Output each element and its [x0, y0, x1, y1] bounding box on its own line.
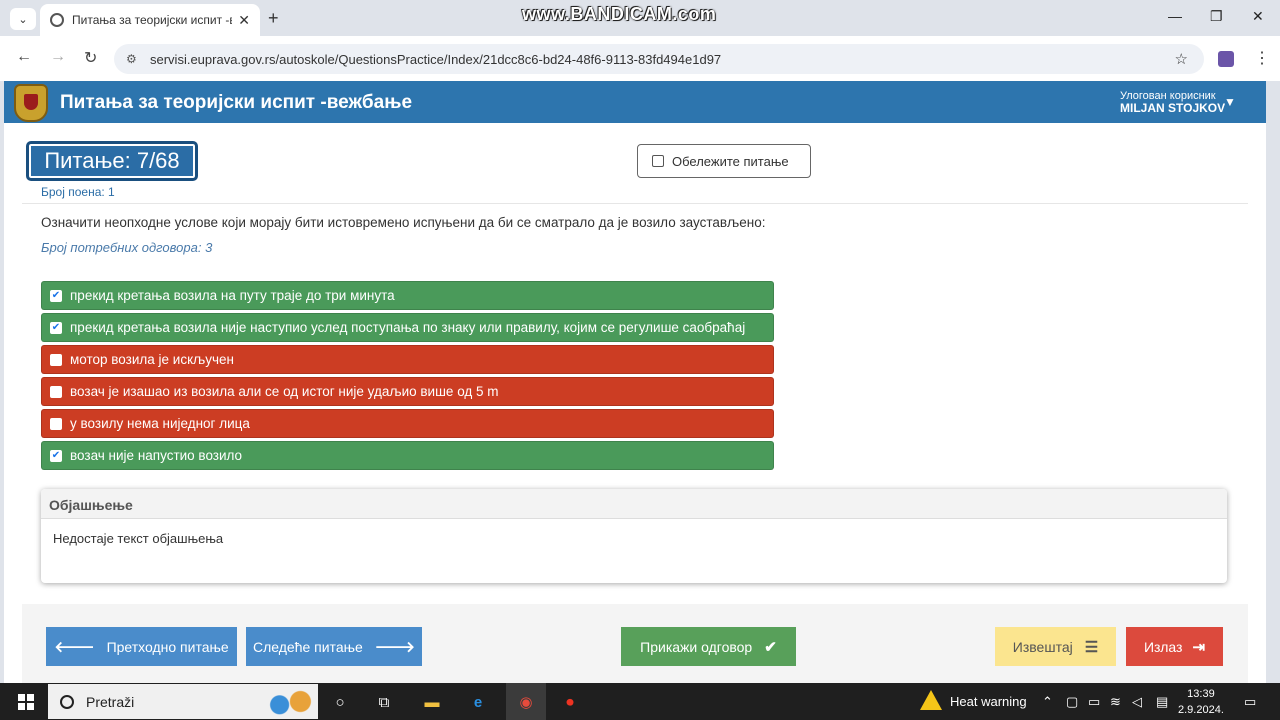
browser-tab[interactable]: Питања за теоријски испит -ве ✕ [40, 4, 260, 36]
exit-label: Излаз [1143, 638, 1183, 655]
user-name[interactable]: MILJAN STOJKOV [1120, 101, 1225, 115]
sign-out-icon: ⇥ [1192, 638, 1206, 656]
question-text: Означити неопходне услове који морају би… [41, 215, 766, 230]
web-page: Питања за теоријски испит -вежбање Улого… [4, 81, 1266, 683]
warning-icon[interactable] [920, 690, 942, 710]
weather-label[interactable]: Heat warning [950, 694, 1027, 709]
windows-taskbar: Pretraži ○ ⧉ ▬ e ◉ ⏺ Heat warning ⌃ ▢ ▭ … [0, 683, 1280, 720]
arrow-left-icon: 🡐 [54, 639, 95, 656]
show-answer-button[interactable]: Прикажи одговор ✔ [621, 627, 796, 666]
window-close-icon[interactable]: ✕ [1252, 8, 1264, 25]
menu-kebab-icon[interactable]: ⋮ [1254, 48, 1270, 68]
answer-option[interactable]: ✔ прекид кретања возила на путу траје до … [41, 281, 774, 310]
answer-checkbox[interactable]: ✔ [50, 321, 62, 334]
report-label: Извештај [1012, 638, 1073, 655]
bookmark-star-icon[interactable]: ☆ [1175, 50, 1188, 68]
checkmark-icon: ✔ [764, 638, 777, 656]
answer-checkbox[interactable]: ✔ [50, 289, 62, 302]
next-question-button[interactable]: Следеће питање 🡒 [246, 627, 422, 666]
chevron-down-icon: ⌄ [18, 13, 28, 26]
answer-option[interactable]: у возилу нема ниједног лица [41, 409, 774, 438]
volume-icon[interactable]: ◁ [1132, 694, 1142, 710]
answer-text: у возилу нема ниједног лица [70, 416, 250, 431]
tab-title: Питања за теоријски испит -ве [72, 13, 233, 27]
divider [22, 203, 1248, 204]
bandicam-record-icon[interactable]: ⏺ [560, 692, 580, 712]
extension-icon[interactable] [1218, 51, 1234, 67]
answer-option[interactable]: ✔ прекид кретања возила није наступио усл… [41, 313, 774, 342]
coat-of-arms-logo [14, 84, 48, 122]
answer-option[interactable]: ✔ возач није напустио возило [41, 441, 774, 470]
question-counter: Питање: 7/68 [26, 141, 198, 181]
forward-arrow-icon[interactable]: → [50, 48, 66, 66]
globe-icon [50, 13, 64, 27]
address-bar[interactable]: ⚙ servisi.euprava.gov.rs/autoskole/Quest… [114, 44, 1204, 74]
site-settings-icon[interactable]: ⚙ [126, 52, 142, 66]
answer-checkbox[interactable] [50, 385, 62, 398]
wifi-icon[interactable]: ≋ [1110, 694, 1121, 710]
answer-option[interactable]: возач је изашао из возила али се од исто… [41, 377, 774, 406]
edge-icon[interactable]: e [468, 692, 488, 712]
answer-text: прекид кретања возила на путу траје до т… [70, 288, 395, 303]
mark-question-label: Обележите питање [672, 153, 789, 169]
task-view-icon[interactable]: ⧉ [374, 692, 394, 712]
answer-text: мотор возила је искључен [70, 352, 234, 367]
next-question-label: Следеће питање [252, 638, 363, 655]
answer-checkbox[interactable] [50, 353, 62, 366]
browser-tab-strip: ⌄ Питања за теоријски испит -ве ✕ + www.… [0, 0, 1280, 36]
close-tab-icon[interactable]: ✕ [238, 12, 250, 29]
list-icon: ☰ [1084, 638, 1099, 656]
app-header: Питања за теоријски испит -вежбање Улого… [4, 81, 1266, 123]
show-answer-label: Прикажи одговор [640, 638, 753, 655]
taskbar-clock[interactable]: 13:39 2.9.2024. [1178, 686, 1224, 718]
chevron-up-icon[interactable]: ⌃ [1042, 694, 1053, 710]
search-highlight-image [264, 685, 316, 718]
url-text: servisi.euprava.gov.rs/autoskole/Questio… [150, 51, 722, 67]
answer-option[interactable]: мотор возила је искључен [41, 345, 774, 374]
question-panel: Питање: 7/68 Број поена: 1 Обележите пит… [22, 123, 1248, 643]
battery-icon[interactable]: ▭ [1088, 694, 1100, 710]
explanation-title: Објашњење [41, 489, 1227, 519]
answer-checkbox[interactable]: ✔ [50, 449, 62, 462]
tab-search-button[interactable]: ⌄ [10, 8, 36, 30]
clock-time: 13:39 [1187, 688, 1215, 700]
arrow-right-icon: 🡒 [374, 639, 415, 656]
previous-question-button[interactable]: 🡐 Претходно питање [46, 627, 237, 666]
answer-text: возач је изашао из возила али се од исто… [70, 384, 499, 399]
restore-icon[interactable]: ❐ [1210, 8, 1223, 25]
answer-checkbox[interactable] [50, 417, 62, 430]
answer-list: ✔ прекид кретања возила на путу траје до … [41, 281, 774, 473]
back-arrow-icon[interactable]: ← [16, 48, 32, 66]
answer-text: прекид кретања возила није наступио усле… [70, 320, 746, 335]
answer-text: возач није напустио возило [70, 448, 243, 463]
meet-now-icon[interactable]: ▢ [1066, 694, 1078, 710]
file-explorer-icon[interactable]: ▬ [422, 692, 442, 712]
required-answers-count: Број потребних одговора: 3 [41, 240, 213, 255]
mark-checkbox[interactable] [652, 155, 664, 167]
windows-start-icon[interactable] [18, 694, 34, 710]
exit-button[interactable]: Излаз ⇥ [1126, 627, 1223, 666]
user-caret-down-icon[interactable]: ▼ [1224, 95, 1236, 109]
reload-icon[interactable]: ↻ [84, 48, 97, 68]
footer-bar: 🡐 Претходно питање Следеће питање 🡒 Прик… [22, 604, 1248, 683]
new-tab-button[interactable]: + [268, 8, 279, 29]
clock-date: 2.9.2024. [1178, 704, 1224, 716]
search-icon [60, 694, 74, 709]
recorder-watermark: www.BANDICAM.com [522, 4, 717, 24]
taskbar-search-label: Pretraži [86, 693, 135, 710]
page-title: Питања за теоријски испит -вежбање [60, 92, 413, 113]
explanation-body: Недостаје текст објашњења [53, 531, 224, 546]
keyboard-icon[interactable]: ▤ [1156, 694, 1168, 710]
notification-icon[interactable]: ▭ [1244, 694, 1256, 710]
explanation-card: Објашњење Недостаје текст објашњења [41, 489, 1227, 583]
cortana-icon[interactable]: ○ [330, 692, 350, 712]
points-label: Број поена: 1 [41, 185, 115, 199]
previous-question-label: Претходно питање [106, 638, 229, 655]
report-button[interactable]: Извештај ☰ [995, 627, 1116, 666]
mark-question-button[interactable]: Обележите питање [637, 144, 811, 178]
minimize-icon[interactable]: — [1168, 8, 1182, 24]
chrome-icon[interactable]: ◉ [516, 692, 536, 712]
